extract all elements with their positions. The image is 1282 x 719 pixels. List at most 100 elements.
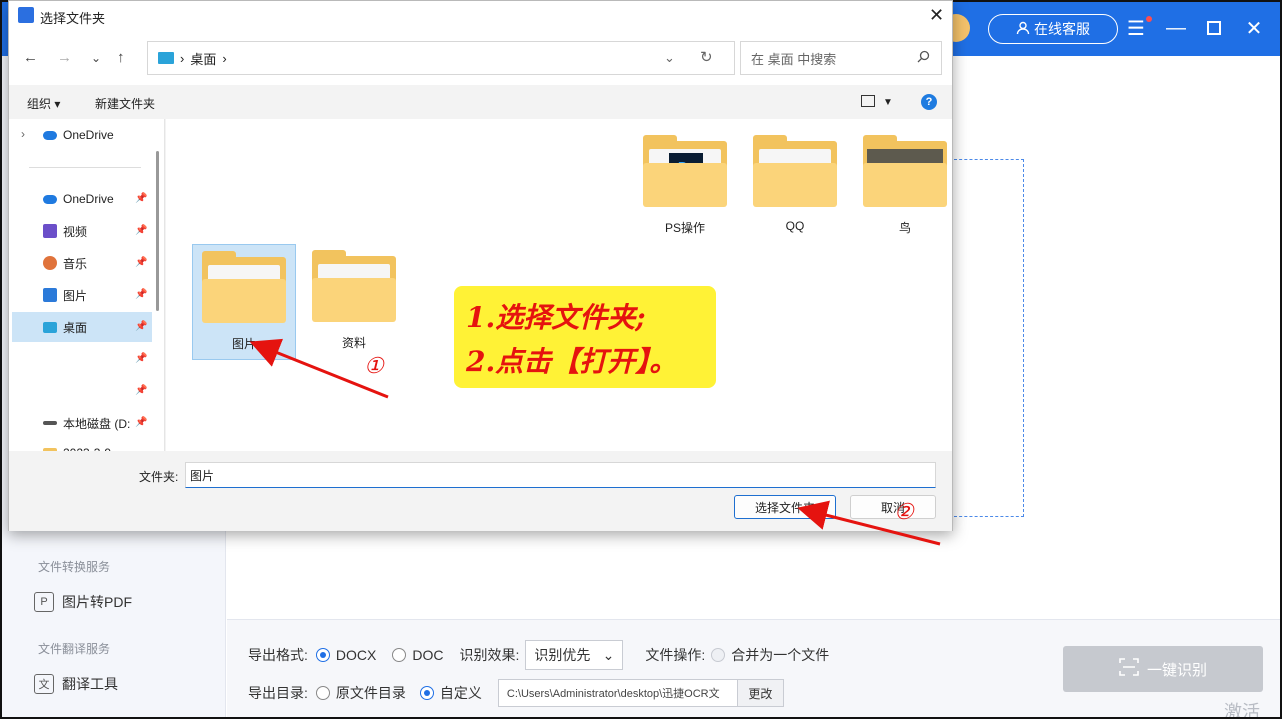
forward-arrow-icon[interactable]: → <box>57 49 72 66</box>
folder-ps[interactable]: Ps PS操作 <box>633 129 737 245</box>
view-chevron-icon[interactable]: ▼ <box>883 97 893 108</box>
folder-field-label: 文件夹: <box>139 470 179 484</box>
nav-divider <box>29 167 141 168</box>
instruction-callout: 1.选择文件夹; 2.点击【打开】。 <box>454 286 716 388</box>
nav-item-label: 图片 <box>63 288 88 303</box>
chevron-down-icon[interactable]: ⌄ <box>664 50 675 66</box>
back-arrow-icon[interactable]: ← <box>23 49 38 66</box>
outdir-path-field[interactable]: C:\Users\Administrator\desktop\迅捷OCR文 <box>497 679 738 707</box>
folder-qq[interactable]: QQ <box>743 129 847 245</box>
folder-label: 资料 <box>341 336 366 350</box>
new-folder-button[interactable]: 新建文件夹 <box>95 95 155 112</box>
fileop-label: 文件操作: <box>645 647 706 663</box>
notification-dot <box>1146 16 1152 22</box>
folder-icon: Ps <box>643 135 727 207</box>
effect-label: 识别效果: <box>459 647 520 663</box>
refresh-icon[interactable]: ↻ <box>700 48 713 66</box>
outdir-row: 导出目录: 原文件目录 自定义 C:\Users\Administrator\d… <box>248 679 784 707</box>
address-bar[interactable]: › 桌面 › ⌄ ↻ <box>147 41 735 75</box>
organize-menu[interactable]: 组织 ▾ <box>27 95 60 112</box>
sidebar-item-label: 图片转PDF <box>62 594 132 610</box>
app-logo-icon <box>18 7 34 23</box>
navigation-pane: › OneDrive OneDrive 📌 视频 📌 音乐 📌 图片 📌 桌面 <box>9 119 165 451</box>
sidebar-item-label: 翻译工具 <box>62 676 118 692</box>
nav-item-label: 本地磁盘 (D: <box>63 416 131 431</box>
search-icon <box>917 50 930 66</box>
folder-materials[interactable]: 资料 <box>302 244 406 360</box>
recognize-label: 一键识别 <box>1146 661 1207 679</box>
outdir-custom-label: 自定义 <box>439 685 482 701</box>
nav-item-label: 音乐 <box>63 256 88 271</box>
outdir-original-label: 原文件目录 <box>335 685 406 701</box>
user-icon <box>1016 21 1030 38</box>
close-icon[interactable]: ✕ <box>1242 16 1266 40</box>
pin-icon[interactable]: 📌 <box>135 289 147 300</box>
breadcrumb-separator-icon: › <box>180 50 185 66</box>
recognize-button[interactable]: 一键识别 <box>1063 646 1263 692</box>
pin-icon[interactable]: 📌 <box>135 321 147 332</box>
view-icon[interactable] <box>861 95 875 107</box>
nav-scrollbar[interactable] <box>156 151 159 311</box>
sidebar-item-img2pdf[interactable]: P 图片转PDF <box>34 592 132 612</box>
up-arrow-icon[interactable]: ↑ <box>117 49 125 66</box>
select-folder-button[interactable]: 选择文件夹 <box>734 495 836 519</box>
cloud-icon <box>43 130 57 140</box>
online-service-label: 在线客服 <box>1034 21 1090 37</box>
pin-icon[interactable]: 📌 <box>135 385 147 396</box>
pin-icon[interactable]: 📌 <box>135 353 147 364</box>
minimize-icon[interactable]: — <box>1164 16 1188 40</box>
outdir-original-radio[interactable] <box>315 686 330 700</box>
breadcrumb[interactable]: 桌面 <box>190 49 216 68</box>
pdf-icon: P <box>34 592 54 612</box>
nav-item-label: 桌面 <box>63 320 88 335</box>
video-icon <box>43 224 57 238</box>
folder-label: QQ <box>785 219 805 233</box>
merge-radio[interactable] <box>711 648 726 662</box>
activation-watermark: 激活 W <box>1224 702 1260 719</box>
nav-item-folder-2023[interactable]: 2023-3-9 <box>43 443 163 451</box>
pin-icon[interactable]: 📌 <box>135 193 147 204</box>
dialog-toolbar: 组织 ▾ 新建文件夹 ▼ ? <box>9 85 952 119</box>
cancel-button[interactable]: 取消 <box>850 495 936 519</box>
dialog-title: 选择文件夹 <box>40 11 106 26</box>
format-doc-radio[interactable] <box>392 648 407 662</box>
effect-value: 识别优先 <box>534 647 591 663</box>
desktop-icon <box>158 52 174 64</box>
format-docx-radio[interactable] <box>315 648 330 662</box>
outdir-custom-radio[interactable] <box>419 686 434 700</box>
folder-view: Ps PS操作 QQ 鸟 图片 资料 <box>166 119 952 451</box>
pin-icon[interactable]: 📌 <box>135 257 147 268</box>
online-service-button[interactable]: 在线客服 <box>988 14 1118 44</box>
folder-field[interactable]: 图片 <box>185 462 936 488</box>
dialog-close-icon[interactable]: ✕ <box>929 5 944 26</box>
sidebar-item-translate[interactable]: 文 翻译工具 <box>34 674 118 694</box>
sidebar-caption-convert: 文件转换服务 <box>38 560 111 574</box>
dialog-footer: 文件夹: 图片 选择文件夹 取消 <box>9 451 952 531</box>
nav-item-onedrive[interactable]: OneDrive <box>43 125 163 145</box>
drop-zone[interactable] <box>954 159 1024 517</box>
pin-icon[interactable]: 📌 <box>135 417 147 428</box>
change-button[interactable]: 更改 <box>737 679 784 707</box>
help-icon[interactable]: ? <box>921 94 937 110</box>
expand-chevron-icon[interactable]: › <box>21 127 25 141</box>
format-row: 导出格式: DOCX DOC 识别效果: 识别优先 ⌄ 文件操作: 合并为一个文… <box>248 640 829 670</box>
folder-pictures[interactable]: 图片 <box>192 244 296 360</box>
drive-icon <box>43 421 57 425</box>
folder-bird[interactable]: 鸟 <box>853 129 957 245</box>
search-input[interactable]: 在 桌面 中搜索 <box>740 41 942 75</box>
dialog-titlebar: 选择文件夹 ✕ <box>9 1 952 31</box>
folder-icon <box>753 135 837 207</box>
maximize-icon[interactable] <box>1202 16 1226 40</box>
folder-icon <box>202 251 286 323</box>
select-folder-dialog: 选择文件夹 ✕ ← → ⌄ ↑ › 桌面 › ⌄ ↻ 在 桌面 中搜索 组织 ▾… <box>8 0 953 531</box>
folder-label: 鸟 <box>898 221 911 235</box>
effect-select[interactable]: 识别优先 ⌄ <box>525 640 624 670</box>
recent-chevron-icon[interactable]: ⌄ <box>91 51 101 65</box>
translate-icon: 文 <box>34 674 54 694</box>
step-1-marker: ① <box>364 354 384 379</box>
sidebar-caption-translate: 文件翻译服务 <box>38 642 111 656</box>
callout-line-1: 1.选择文件夹; <box>466 301 646 334</box>
pin-icon[interactable]: 📌 <box>135 225 147 236</box>
menu-icon[interactable]: ☰ <box>1124 16 1148 40</box>
outdir-label: 导出目录: <box>248 685 308 701</box>
